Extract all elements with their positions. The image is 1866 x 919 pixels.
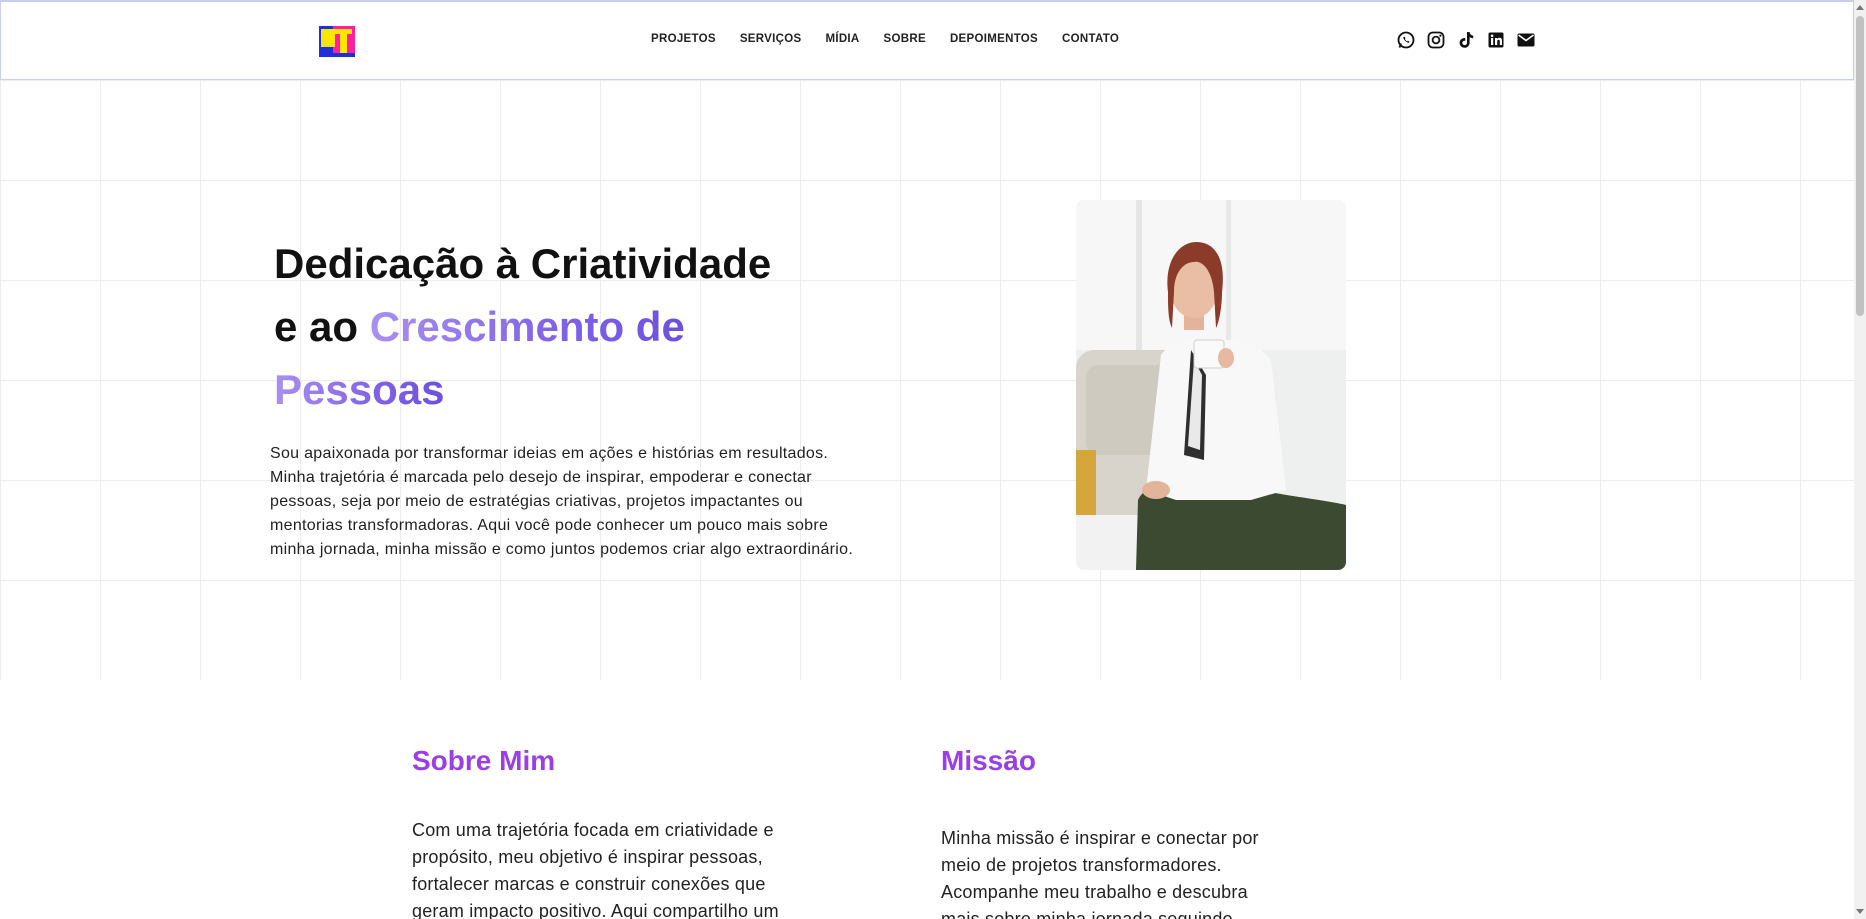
scroll-up-icon[interactable] <box>1856 5 1864 10</box>
site-logo[interactable] <box>319 26 355 57</box>
nav-projetos[interactable]: PROJETOS <box>651 33 716 45</box>
email-icon[interactable] <box>1516 30 1536 50</box>
hero-title-accent-1: Crescimento de <box>369 303 685 350</box>
hero-description: Sou apaixonada por transformar ideias em… <box>270 445 854 558</box>
hero-title-accent-2: Pessoas <box>274 366 445 413</box>
nav-sobre[interactable]: SOBRE <box>884 33 926 45</box>
page-scrollbar[interactable] <box>1854 0 1866 919</box>
hero-title-line1: Dedicação à Criatividade <box>274 240 772 287</box>
main-nav: PROJETOS SERVIÇOS MÍDIA SOBRE DEPOIMENTO… <box>651 33 1143 45</box>
linkedin-icon[interactable] <box>1486 30 1506 50</box>
mission-heading: Missão <box>941 745 1036 776</box>
nav-servicos[interactable]: SERVIÇOS <box>740 33 802 45</box>
hero-section: Dedicação à Criatividade e ao Cresciment… <box>0 80 1854 680</box>
mission-section: Missão Minha missão é inspirar e conecta… <box>941 745 1281 919</box>
nav-depoimentos[interactable]: DEPOIMENTOS <box>950 33 1038 45</box>
whatsapp-icon[interactable] <box>1396 30 1416 50</box>
instagram-icon[interactable] <box>1426 30 1446 50</box>
hero-title-line2-prefix: e ao <box>274 303 370 350</box>
tiktok-icon[interactable] <box>1456 30 1476 50</box>
site-header: PROJETOS SERVIÇOS MÍDIA SOBRE DEPOIMENTO… <box>0 0 1854 80</box>
nav-midia[interactable]: MÍDIA <box>825 33 859 45</box>
hero-title: Dedicação à Criatividade e ao Cresciment… <box>274 232 874 421</box>
nav-contato[interactable]: CONTATO <box>1062 33 1119 45</box>
profile-photo <box>1076 200 1346 570</box>
about-heading: Sobre Mim <box>412 745 556 776</box>
mission-text: Minha missão é inspirar e conectar por m… <box>941 828 1259 919</box>
about-section: Sobre Mim Com uma trajetória focada em c… <box>412 745 812 919</box>
about-text: Com uma trajetória focada em criatividad… <box>412 820 779 919</box>
scroll-down-icon[interactable] <box>1856 909 1864 914</box>
scrollbar-thumb[interactable] <box>1856 16 1864 316</box>
social-links <box>1396 30 1536 50</box>
